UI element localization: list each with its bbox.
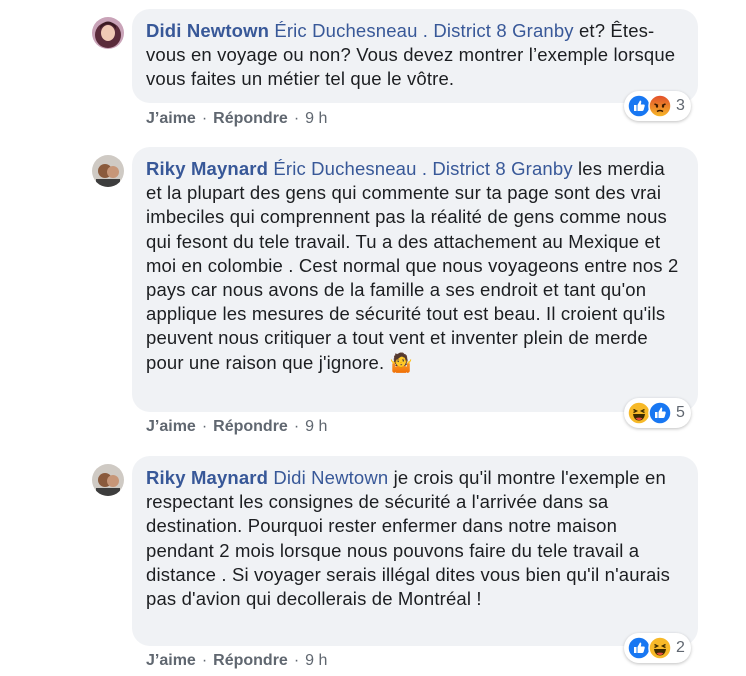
haha-icon bbox=[648, 636, 672, 660]
avatar[interactable] bbox=[92, 155, 124, 187]
comment-author[interactable]: Didi Newtown bbox=[146, 20, 269, 41]
comment-timestamp[interactable]: 9 h bbox=[305, 110, 327, 127]
reaction-count: 3 bbox=[676, 97, 685, 114]
comment-mention[interactable]: Didi Newtown bbox=[273, 467, 388, 488]
reply-link[interactable]: Répondre bbox=[213, 110, 288, 127]
comment-text: Riky Maynard Éric Duchesneau . District … bbox=[146, 157, 684, 375]
comment-bubble: Riky Maynard Didi Newtown je crois qu'il… bbox=[132, 456, 698, 646]
like-link[interactable]: J’aime bbox=[146, 418, 196, 435]
angry-icon bbox=[648, 94, 672, 118]
comment-mention[interactable]: Éric Duchesneau . District 8 Granby bbox=[273, 158, 572, 179]
like-icon bbox=[648, 401, 672, 425]
reaction-count: 5 bbox=[676, 404, 685, 421]
comment-author[interactable]: Riky Maynard bbox=[146, 158, 268, 179]
comment-timestamp[interactable]: 9 h bbox=[305, 418, 327, 435]
comment-bubble: Didi Newtown Éric Duchesneau . District … bbox=[132, 9, 698, 103]
like-link[interactable]: J’aime bbox=[146, 652, 196, 669]
reply-link[interactable]: Répondre bbox=[213, 418, 288, 435]
comment-body: je crois qu'il montre l'exemple en respe… bbox=[146, 467, 671, 610]
comment-mention[interactable]: Éric Duchesneau . District 8 Granby bbox=[274, 20, 573, 41]
comment-text: Riky Maynard Didi Newtown je crois qu'il… bbox=[146, 466, 684, 611]
reaction-count: 2 bbox=[676, 639, 685, 656]
comment-actions: J’aime · Répondre · 9 h bbox=[146, 110, 328, 127]
like-link[interactable]: J’aime bbox=[146, 110, 196, 127]
reply-link[interactable]: Répondre bbox=[213, 652, 288, 669]
reactions-summary[interactable]: 3 bbox=[624, 91, 691, 121]
reactions-summary[interactable]: 5 bbox=[624, 398, 691, 428]
comment-bubble: Riky Maynard Éric Duchesneau . District … bbox=[132, 147, 698, 412]
comment-timestamp[interactable]: 9 h bbox=[305, 652, 327, 669]
comment-text: Didi Newtown Éric Duchesneau . District … bbox=[146, 19, 684, 92]
comment-actions: J’aime · Répondre · 9 h bbox=[146, 652, 328, 669]
avatar[interactable] bbox=[92, 17, 124, 49]
reactions-summary[interactable]: 2 bbox=[624, 633, 691, 663]
comment-body: les merdia et la plupart des gens qui co… bbox=[146, 158, 679, 373]
comment-author[interactable]: Riky Maynard bbox=[146, 467, 268, 488]
comment-actions: J’aime · Répondre · 9 h bbox=[146, 418, 328, 435]
shrug-emoji: 🤷 bbox=[389, 351, 413, 373]
avatar[interactable] bbox=[92, 464, 124, 496]
